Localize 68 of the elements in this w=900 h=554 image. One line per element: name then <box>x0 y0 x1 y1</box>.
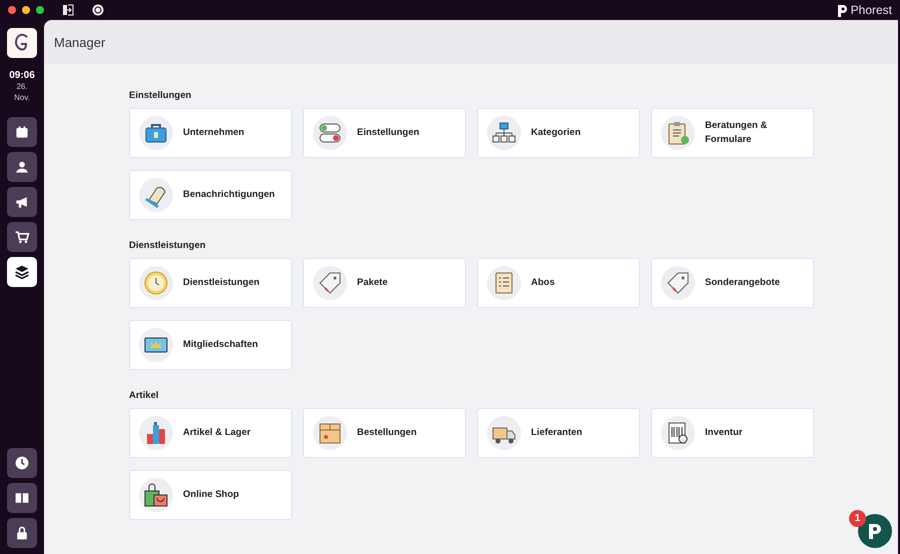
tile-label: Beratungen & Formulare <box>705 119 768 147</box>
manager-tile[interactable]: Kategorien <box>477 108 640 158</box>
date-day: 26. <box>16 81 28 92</box>
manager-tile[interactable]: Einstellungen <box>303 108 466 158</box>
megaphone-icon <box>14 194 30 210</box>
lock-nav-button[interactable] <box>7 518 37 548</box>
notification-badge: 1 <box>849 510 866 527</box>
tile-label: Abos <box>531 276 555 290</box>
tile-label: Lieferanten <box>531 426 582 440</box>
manager-tile[interactable]: Pakete <box>303 258 466 308</box>
clock-time: 09:06 <box>9 70 35 81</box>
clock-face-icon <box>143 270 169 296</box>
book-nav-button[interactable] <box>7 483 37 513</box>
cart-icon <box>14 229 30 245</box>
tile-label: Dienstleistungen <box>183 276 260 290</box>
person-nav-button[interactable] <box>7 152 37 182</box>
manager-tile[interactable]: Bestellungen <box>303 408 466 458</box>
brand-logo-icon <box>836 4 848 16</box>
minimize-window-button[interactable] <box>22 6 30 14</box>
megaphone-nav-button[interactable] <box>7 187 37 217</box>
tile-label: Einstellungen <box>357 126 420 140</box>
manager-tile[interactable]: Unternehmen <box>129 108 292 158</box>
shopping-bags-icon <box>143 482 169 508</box>
calendar-icon <box>14 124 30 140</box>
clock-nav-button[interactable] <box>7 448 37 478</box>
maximize-window-button[interactable] <box>36 6 44 14</box>
price-tag-icon <box>317 270 343 296</box>
manager-tile[interactable]: Lieferanten <box>477 408 640 458</box>
clock-icon <box>14 455 30 471</box>
section-heading: Artikel <box>129 390 160 401</box>
sign-in-icon[interactable] <box>62 4 74 16</box>
chat-button[interactable] <box>858 514 892 548</box>
tile-label: Pakete <box>357 276 388 290</box>
brand-name: Phorest <box>850 3 892 17</box>
close-window-button[interactable] <box>8 6 16 14</box>
manager-tile[interactable]: Mitgliedschaften <box>129 320 292 370</box>
manager-tile[interactable]: Beratungen & Formulare <box>651 108 814 158</box>
salon-logo <box>7 28 37 58</box>
manager-tile[interactable]: Inventur <box>651 408 814 458</box>
manager-tile[interactable]: Sonderangebote <box>651 258 814 308</box>
tile-label: Online Shop <box>183 488 239 502</box>
book-icon <box>14 490 30 506</box>
tile-label: Bestellungen <box>357 426 417 440</box>
refresh-icon[interactable] <box>92 4 104 16</box>
tile-label: Inventur <box>705 426 742 440</box>
tile-label: Unternehmen <box>183 126 244 140</box>
section-heading: Einstellungen <box>129 90 192 101</box>
tile-label: Sonderangebote <box>705 276 780 290</box>
tile-label: Kategorien <box>531 126 581 140</box>
tile-label: Benachrichtigungen <box>183 188 275 202</box>
calendar-nav-button[interactable] <box>7 117 37 147</box>
tile-label: Artikel & Lager <box>183 426 251 440</box>
layers-icon <box>14 264 30 280</box>
cart-nav-button[interactable] <box>7 222 37 252</box>
page-title: Manager <box>54 34 106 50</box>
brand-logo-icon <box>867 522 883 540</box>
manager-tile[interactable]: Benachrichtigungen <box>129 170 292 220</box>
lock-icon <box>14 525 30 541</box>
person-icon <box>14 159 30 175</box>
manager-tile[interactable]: Online Shop <box>129 470 292 520</box>
tile-label: Mitgliedschaften <box>183 338 258 352</box>
manager-tile[interactable]: Abos <box>477 258 640 308</box>
manager-tile[interactable]: Artikel & Lager <box>129 408 292 458</box>
price-tag-icon <box>665 270 691 296</box>
layers-nav-button[interactable] <box>7 257 37 287</box>
section-heading: Dienstleistungen <box>129 240 207 251</box>
manager-tile[interactable]: Dienstleistungen <box>129 258 292 308</box>
date-month: Nov. <box>14 92 30 103</box>
